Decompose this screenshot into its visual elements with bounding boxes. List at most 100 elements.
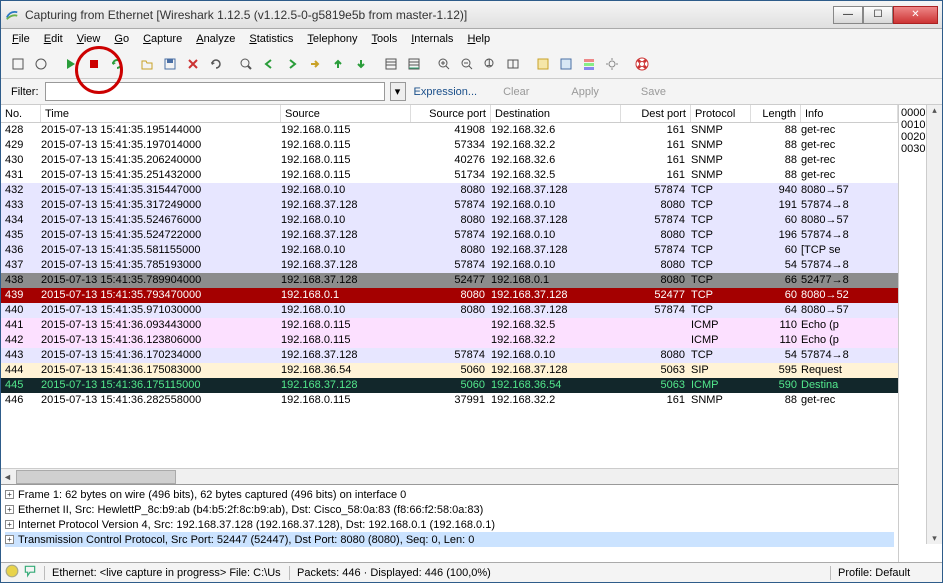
col-protocol[interactable]: Protocol — [691, 105, 751, 122]
table-row[interactable]: 4322015-07-13 15:41:35.315447000192.168.… — [1, 183, 898, 198]
close-button[interactable]: ✕ — [893, 6, 938, 24]
table-row[interactable]: 4452015-07-13 15:41:36.175115000192.168.… — [1, 378, 898, 393]
interfaces-icon[interactable] — [7, 53, 29, 75]
go-to-icon[interactable] — [304, 53, 326, 75]
col-no[interactable]: No. — [1, 105, 41, 122]
expression-button[interactable]: Expression... — [412, 86, 480, 98]
expand-icon[interactable]: + — [5, 505, 14, 514]
table-row[interactable]: 4282015-07-13 15:41:35.195144000192.168.… — [1, 123, 898, 138]
close-file-icon[interactable] — [182, 53, 204, 75]
packet-list-pane: No. Time Source Source port Destination … — [1, 105, 898, 562]
menu-analyze[interactable]: Analyze — [189, 31, 242, 47]
col-source[interactable]: Source — [281, 105, 411, 122]
expert-info-icon[interactable] — [5, 564, 19, 581]
col-time[interactable]: Time — [41, 105, 281, 122]
svg-text:1: 1 — [486, 57, 492, 69]
table-row[interactable]: 4402015-07-13 15:41:35.971030000192.168.… — [1, 303, 898, 318]
stop-capture-icon[interactable] — [83, 53, 105, 75]
col-source-port[interactable]: Source port — [411, 105, 491, 122]
app-icon — [5, 7, 21, 23]
table-row[interactable]: 4462015-07-13 15:41:36.282558000192.168.… — [1, 393, 898, 408]
menu-file[interactable]: File — [5, 31, 37, 47]
table-row[interactable]: 4372015-07-13 15:41:35.785193000192.168.… — [1, 258, 898, 273]
go-last-icon[interactable] — [350, 53, 372, 75]
resize-columns-icon[interactable] — [502, 53, 524, 75]
go-forward-icon[interactable] — [281, 53, 303, 75]
save-icon[interactable] — [159, 53, 181, 75]
start-capture-icon[interactable] — [60, 53, 82, 75]
table-row[interactable]: 4302015-07-13 15:41:35.206240000192.168.… — [1, 153, 898, 168]
col-length[interactable]: Length — [751, 105, 801, 122]
col-info[interactable]: Info — [801, 105, 898, 122]
table-row[interactable]: 4342015-07-13 15:41:35.524676000192.168.… — [1, 213, 898, 228]
maximize-button[interactable]: ☐ — [863, 6, 893, 24]
table-row[interactable]: 4352015-07-13 15:41:35.524722000192.168.… — [1, 228, 898, 243]
titlebar: Capturing from Ethernet [Wireshark 1.12.… — [1, 1, 942, 29]
status-profile[interactable]: Profile: Default — [838, 567, 938, 579]
menu-internals[interactable]: Internals — [404, 31, 460, 47]
menu-view[interactable]: View — [70, 31, 108, 47]
zoom-out-icon[interactable] — [456, 53, 478, 75]
zoom-in-icon[interactable] — [433, 53, 455, 75]
menu-statistics[interactable]: Statistics — [242, 31, 300, 47]
tree-item[interactable]: +Transmission Control Protocol, Src Port… — [5, 532, 894, 547]
tree-item[interactable]: +Frame 1: 62 bytes on wire (496 bits), 6… — [5, 487, 894, 502]
help-icon[interactable] — [631, 53, 653, 75]
clear-button[interactable]: Clear — [485, 86, 547, 98]
go-back-icon[interactable] — [258, 53, 280, 75]
statusbar: Ethernet: <live capture in progress> Fil… — [1, 562, 942, 582]
table-row[interactable]: 4312015-07-13 15:41:35.251432000192.168.… — [1, 168, 898, 183]
restart-capture-icon[interactable] — [106, 53, 128, 75]
autoscroll-icon[interactable] — [403, 53, 425, 75]
table-row[interactable]: 4362015-07-13 15:41:35.581155000192.168.… — [1, 243, 898, 258]
filter-input[interactable] — [45, 82, 385, 101]
expand-icon[interactable]: + — [5, 520, 14, 529]
preferences-icon[interactable] — [601, 53, 623, 75]
table-row[interactable]: 4332015-07-13 15:41:35.317249000192.168.… — [1, 198, 898, 213]
find-icon[interactable] — [235, 53, 257, 75]
status-capture: Ethernet: <live capture in progress> Fil… — [52, 567, 282, 579]
zoom-reset-icon[interactable]: 1 — [479, 53, 501, 75]
status-packets: Packets: 446 · Displayed: 446 (100,0%) — [297, 567, 823, 579]
table-row[interactable]: 4392015-07-13 15:41:35.793470000192.168.… — [1, 288, 898, 303]
expand-icon[interactable]: + — [5, 535, 14, 544]
menu-tools[interactable]: Tools — [365, 31, 405, 47]
coloring-rules-icon[interactable] — [578, 53, 600, 75]
vertical-scrollbar[interactable]: ▴▾ — [926, 105, 942, 544]
expand-icon[interactable]: + — [5, 490, 14, 499]
col-destination[interactable]: Destination — [491, 105, 621, 122]
table-row[interactable]: 4382015-07-13 15:41:35.789904000192.168.… — [1, 273, 898, 288]
table-row[interactable]: 4432015-07-13 15:41:36.170234000192.168.… — [1, 348, 898, 363]
menu-edit[interactable]: Edit — [37, 31, 70, 47]
filter-label: Filter: — [11, 86, 39, 98]
menubar: FileEditViewGoCaptureAnalyzeStatisticsTe… — [1, 29, 942, 49]
capture-comment-icon[interactable] — [23, 564, 37, 581]
menu-go[interactable]: Go — [107, 31, 136, 47]
hex-offset-pane: 0000001000200030▴▾ — [898, 105, 942, 562]
capture-filters-icon[interactable] — [532, 53, 554, 75]
horizontal-scrollbar[interactable]: ◄ — [1, 468, 898, 484]
options-icon[interactable] — [30, 53, 52, 75]
tree-item[interactable]: +Ethernet II, Src: HewlettP_8c:b9:ab (b4… — [5, 502, 894, 517]
apply-button[interactable]: Apply — [553, 86, 617, 98]
open-icon[interactable] — [136, 53, 158, 75]
colorize-icon[interactable] — [380, 53, 402, 75]
go-first-icon[interactable] — [327, 53, 349, 75]
toolbar: 1 — [1, 49, 942, 79]
col-dest-port[interactable]: Dest port — [621, 105, 691, 122]
save-filter-button[interactable]: Save — [623, 86, 684, 98]
table-row[interactable]: 4442015-07-13 15:41:36.175083000192.168.… — [1, 363, 898, 378]
table-row[interactable]: 4412015-07-13 15:41:36.093443000192.168.… — [1, 318, 898, 333]
minimize-button[interactable]: — — [833, 6, 863, 24]
display-filters-icon[interactable] — [555, 53, 577, 75]
tree-item[interactable]: +Internet Protocol Version 4, Src: 192.1… — [5, 517, 894, 532]
menu-capture[interactable]: Capture — [136, 31, 189, 47]
filter-dropdown-icon[interactable]: ▾ — [390, 82, 406, 101]
packet-details-pane: +Frame 1: 62 bytes on wire (496 bits), 6… — [1, 484, 898, 562]
menu-telephony[interactable]: Telephony — [300, 31, 364, 47]
reload-icon[interactable] — [205, 53, 227, 75]
table-row[interactable]: 4292015-07-13 15:41:35.197014000192.168.… — [1, 138, 898, 153]
menu-help[interactable]: Help — [460, 31, 497, 47]
table-row[interactable]: 4422015-07-13 15:41:36.123806000192.168.… — [1, 333, 898, 348]
window-title: Capturing from Ethernet [Wireshark 1.12.… — [25, 8, 833, 22]
